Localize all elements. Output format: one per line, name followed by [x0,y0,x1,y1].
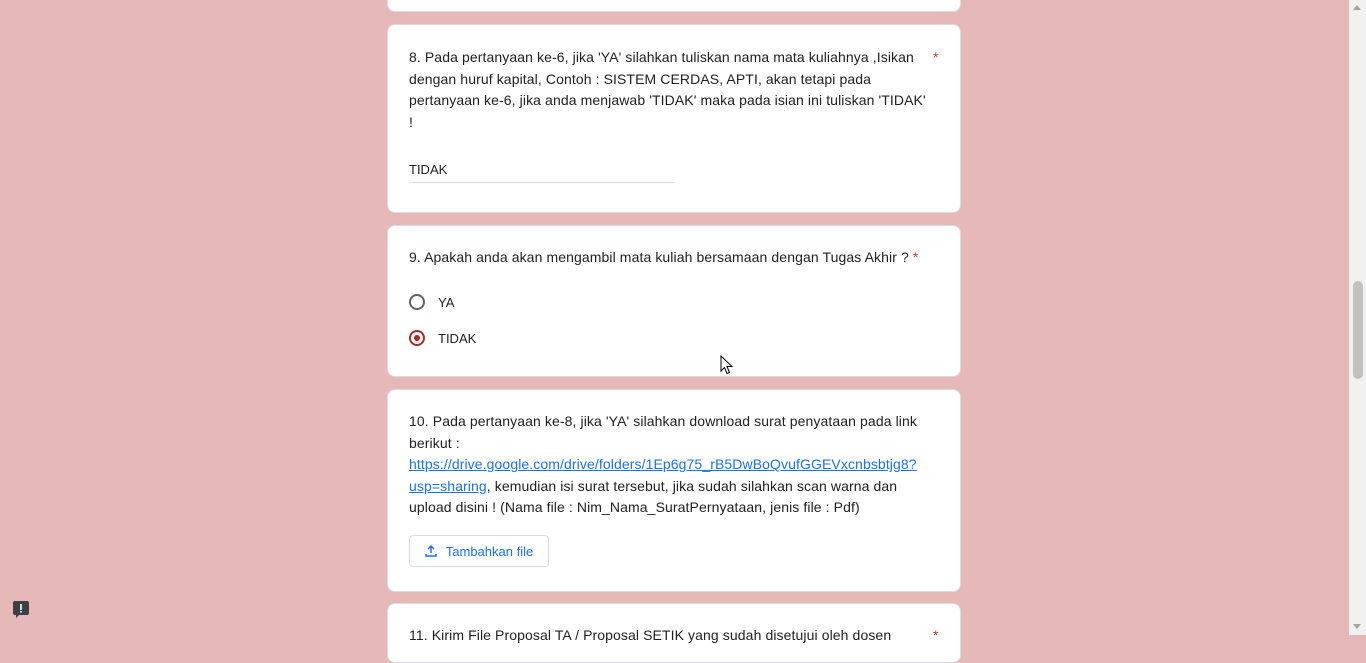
upload-icon [425,545,437,557]
scrollbar[interactable] [1349,0,1366,635]
option-tidak-label: TIDAK [438,330,477,346]
scroll-thumb[interactable] [1353,281,1363,379]
question-card-9: 9. Apakah anda akan mengambil mata kulia… [387,225,961,377]
question-9-text: 9. Apakah anda akan mengambil mata kulia… [409,247,949,269]
scroll-up-arrow[interactable] [1353,5,1361,10]
required-asterisk: * [933,627,939,643]
required-asterisk: * [933,49,939,65]
radio-tidak[interactable] [409,330,425,346]
answer-underline [409,182,675,183]
required-asterisk: * [912,249,919,265]
option-ya-label: YA [438,294,455,310]
question-9-label: 9. Apakah anda akan mengambil mata kulia… [409,249,909,265]
mouse-cursor-icon [720,355,734,375]
question-11-text: 11. Kirim File Proposal TA / Proposal SE… [409,627,892,643]
question-10-text: 10. Pada pertanyaan ke-8, jika 'YA' sila… [409,411,934,519]
question-8-text: 8. Pada pertanyaan ke-6, jika 'YA' silah… [409,49,926,130]
add-file-button[interactable]: Tambahkan file [409,535,549,567]
question-10-text-before: 10. Pada pertanyaan ke-8, jika 'YA' sila… [409,413,917,451]
add-file-label: Tambahkan file [445,543,534,559]
report-problem-icon[interactable] [12,600,30,618]
option-tidak[interactable]: TIDAK [409,328,476,348]
question-card-10: 10. Pada pertanyaan ke-8, jika 'YA' sila… [387,389,961,592]
option-ya[interactable]: YA [409,292,454,312]
question-8-answer[interactable]: TIDAK [409,162,447,177]
question-card-11: 11. Kirim File Proposal TA / Proposal SE… [387,603,961,663]
question-card-7 [387,0,961,12]
question-card-8: 8. Pada pertanyaan ke-6, jika 'YA' silah… [387,24,961,213]
scroll-down-arrow[interactable] [1353,624,1361,629]
radio-ya[interactable] [409,294,425,310]
